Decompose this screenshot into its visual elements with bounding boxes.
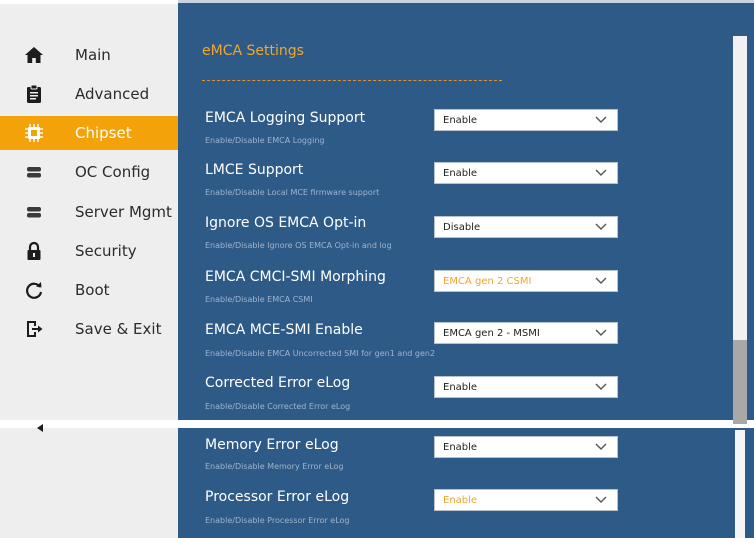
chevron-down-icon	[595, 383, 607, 390]
sidebar-item-save-exit[interactable]: Save & Exit	[0, 312, 178, 346]
refresh-icon	[26, 282, 43, 299]
sidebar-item-label: Boot	[75, 281, 110, 299]
sidebar-item-label: Server Mgmt	[75, 203, 172, 221]
setting-help: Enable/Disable Memory Error eLog	[205, 462, 344, 471]
sidebar-item-main[interactable]: Main	[0, 38, 178, 72]
sidebar-item-label: OC Config	[75, 163, 151, 181]
setting-help: Enable/Disable Corrected Error eLog	[205, 402, 351, 411]
sidebar-item-server-mgmt[interactable]: Server Mgmt	[0, 195, 178, 229]
clipboard-icon	[27, 84, 41, 103]
chevron-down-icon	[595, 116, 607, 123]
top-border	[178, 0, 754, 3]
setting-help: Enable/Disable EMCA Logging	[205, 136, 325, 145]
setting-help: Enable/Disable Processor Error eLog	[205, 516, 350, 525]
select-value: Enable	[443, 168, 478, 179]
setting-help: Enable/Disable Ignore OS EMCA Opt-in and…	[205, 241, 392, 250]
setting-help: Enable/Disable EMCA CSMI	[205, 295, 313, 304]
chevron-down-icon	[595, 443, 607, 450]
setting-help: Enable/Disable Local MCE firmware suppor…	[205, 188, 380, 197]
section-divider	[202, 80, 502, 81]
sidebar-item-label: Security	[75, 242, 137, 260]
sidebar-item-security[interactable]: Security	[0, 234, 178, 268]
setting-title: Processor Error eLog	[205, 489, 350, 505]
emca-cmci-smi-morphing-select[interactable]: EMCA gen 2 CSMI	[434, 270, 618, 292]
chevron-down-icon	[595, 496, 607, 503]
scrollbar-track-lower[interactable]	[735, 430, 745, 538]
chip-icon	[25, 124, 43, 142]
setting-title: LMCE Support	[205, 162, 304, 178]
setting-title: Corrected Error eLog	[205, 375, 351, 391]
exit-icon	[27, 321, 43, 337]
chevron-down-icon	[595, 329, 607, 336]
select-value: Enable	[443, 382, 478, 393]
server-icon	[27, 167, 41, 178]
emca-mce-smi-enable-select[interactable]: EMCA gen 2 - MSMI	[434, 322, 618, 344]
processor-error-elog-select[interactable]: Enable	[434, 489, 618, 511]
scrollbar-thumb[interactable]	[733, 340, 747, 424]
setting-title: EMCA Logging Support	[205, 110, 366, 126]
setting-title: Memory Error eLog	[205, 437, 339, 453]
memory-error-elog-select[interactable]: Enable	[434, 436, 618, 458]
setting-title: Ignore OS EMCA Opt-in	[205, 215, 367, 231]
sidebar-item-advanced[interactable]: Advanced	[0, 77, 178, 111]
select-value: Enable	[443, 115, 478, 126]
corrected-error-elog-select[interactable]: Enable	[434, 376, 618, 398]
section-title: eMCA Settings	[202, 43, 304, 59]
sidebar-top-strip	[0, 0, 178, 4]
chevron-down-icon	[595, 223, 607, 230]
emca-logging-support-select[interactable]: Enable	[434, 109, 618, 131]
setting-help: Enable/Disable EMCA Uncorrected SMI for …	[205, 349, 436, 358]
chevron-down-icon	[595, 169, 607, 176]
sidebar-item-label: Main	[75, 46, 111, 64]
sidebar-item-oc-config[interactable]: OC Config	[0, 155, 178, 189]
select-value: Disable	[443, 222, 481, 233]
lmce-support-select[interactable]: Enable	[434, 162, 618, 184]
sidebar-item-label: Chipset	[75, 124, 132, 142]
sidebar-item-boot[interactable]: Boot	[0, 273, 178, 307]
back-arrow-icon[interactable]	[36, 423, 48, 433]
home-icon	[25, 47, 43, 63]
sidebar-item-label: Save & Exit	[75, 320, 162, 338]
select-value: Enable	[443, 495, 478, 506]
select-value: EMCA gen 2 - MSMI	[443, 328, 540, 339]
setting-title: EMCA CMCI-SMI Morphing	[205, 269, 386, 285]
lock-icon	[27, 241, 41, 260]
sidebar-item-chipset[interactable]: Chipset	[0, 116, 178, 150]
screenshot-seam	[0, 420, 754, 428]
select-value: EMCA gen 2 CSMI	[443, 276, 532, 287]
select-value: Enable	[443, 442, 478, 453]
sidebar-lower	[0, 428, 178, 538]
setting-title: EMCA MCE-SMI Enable	[205, 322, 363, 338]
sidebar-item-label: Advanced	[75, 85, 150, 103]
chevron-down-icon	[595, 277, 607, 284]
server-icon	[27, 207, 41, 218]
settings-panel: eMCA Settings EMCA Logging Support Enabl…	[178, 0, 754, 538]
ignore-os-emca-optin-select[interactable]: Disable	[434, 216, 618, 238]
